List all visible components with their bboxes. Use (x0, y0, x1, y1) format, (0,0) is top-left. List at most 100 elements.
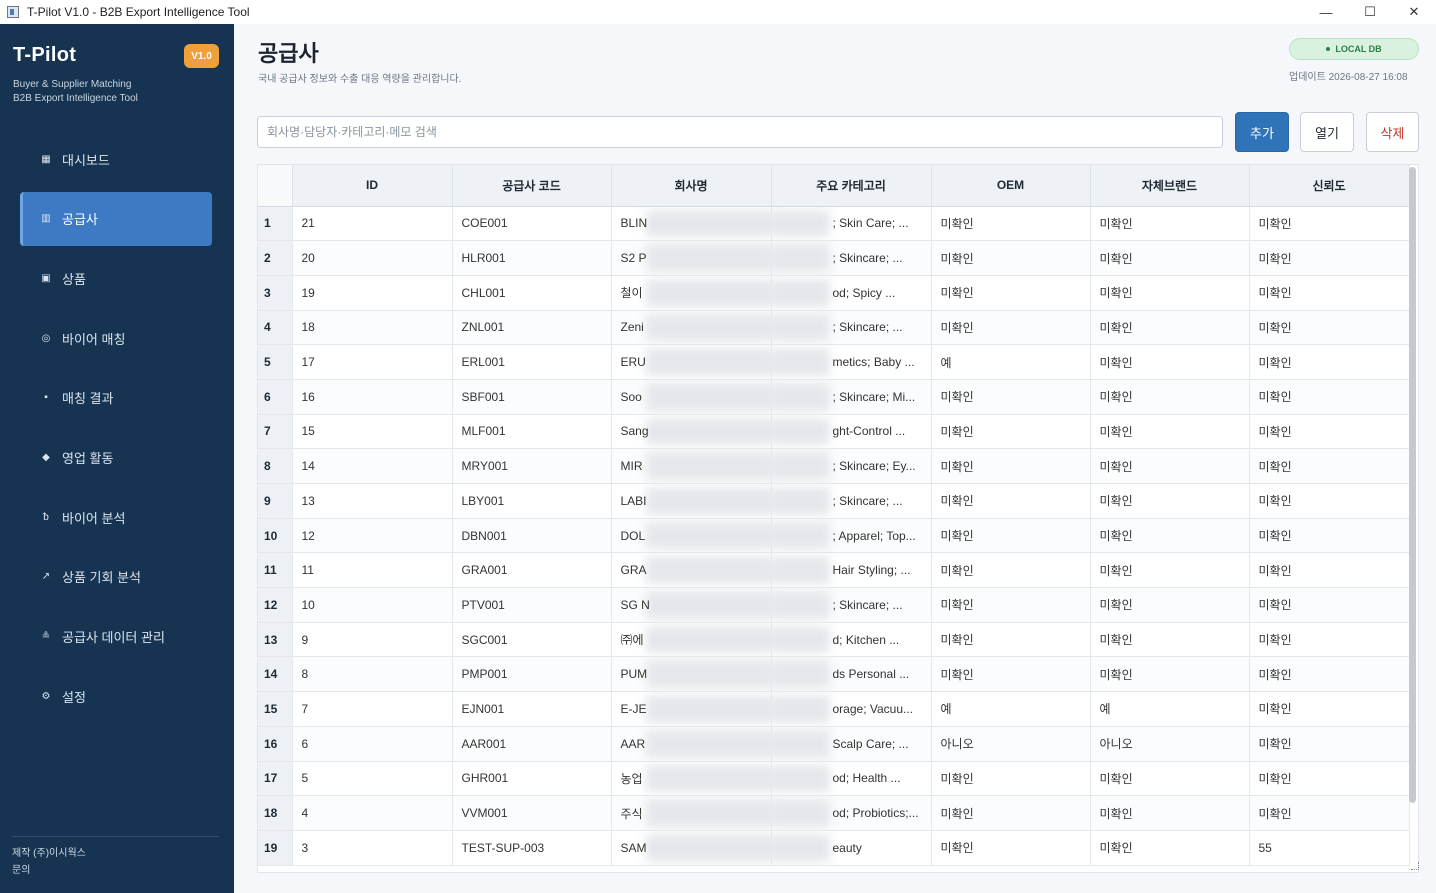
cell-id[interactable]: 17 (292, 344, 453, 380)
scrollbar-thumb[interactable] (1409, 167, 1416, 803)
cell-brand[interactable]: 미확인 (1090, 344, 1250, 380)
cell-category[interactable]: ; Skincare; ... (771, 587, 932, 623)
vertical-scrollbar[interactable] (1408, 165, 1418, 870)
row-number[interactable]: 14 (258, 656, 293, 693)
row-number[interactable]: 8 (258, 448, 293, 484)
cell-id[interactable]: 20 (292, 240, 453, 276)
cell-company[interactable]: SG N (611, 587, 772, 623)
table-row[interactable]: 4 18 ZNL001 Zeni; Skincare; ... 미확인 미확인 미확인 (258, 310, 1410, 346)
cell-company[interactable]: DOL (611, 518, 772, 554)
cell-category[interactable]: Hair Styling; ... (771, 552, 932, 589)
table-row[interactable]: 18 4 VVM001 주식 od; Probiotics;... 미확인 미확인 미확인 (258, 795, 1410, 831)
cell-company[interactable]: ㈜에 (611, 622, 772, 658)
cell-code[interactable]: MLF001 (452, 414, 612, 450)
cell-code[interactable]: AAR001 (452, 726, 612, 762)
cell-trust[interactable]: 미확인 (1249, 656, 1410, 693)
cell-company[interactable]: GRA (611, 552, 772, 589)
cell-oem[interactable]: 미확인 (931, 587, 1091, 623)
cell-brand[interactable]: 미확인 (1090, 587, 1250, 623)
cell-brand[interactable]: 미확인 (1090, 240, 1250, 276)
sidebar-item-0[interactable]: ▦ 대시보드 (20, 132, 212, 186)
row-number[interactable]: 12 (258, 587, 293, 623)
cell-company[interactable]: SAM (611, 830, 772, 866)
cell-trust[interactable]: 미확인 (1249, 622, 1410, 658)
cell-code[interactable]: VVM001 (452, 795, 612, 831)
cell-oem[interactable]: 미확인 (931, 656, 1091, 693)
minimize-button[interactable]: — (1304, 0, 1348, 24)
cell-trust[interactable]: 미확인 (1249, 795, 1410, 831)
sidebar-item-7[interactable]: ↗ 상품 기회 분석 (20, 550, 212, 604)
cell-category[interactable]: od; Spicy ... (771, 275, 932, 311)
add-button[interactable]: 추가 (1235, 112, 1289, 152)
cell-company[interactable]: 농업 (611, 761, 772, 797)
cell-code[interactable]: GHR001 (452, 761, 612, 797)
resize-grip-icon[interactable] (1411, 862, 1419, 870)
cell-id[interactable]: 21 (292, 206, 453, 242)
row-number[interactable]: 15 (258, 691, 293, 727)
cell-brand[interactable]: 미확인 (1090, 552, 1250, 589)
cell-category[interactable]: od; Health ... (771, 761, 932, 797)
cell-oem[interactable]: 미확인 (931, 379, 1091, 415)
cell-code[interactable]: HLR001 (452, 240, 612, 276)
table-row[interactable]: 6 16 SBF001 Soo; Skincare; Mi... 미확인 미확인 미확인 (258, 379, 1410, 415)
maximize-button[interactable]: ☐ (1348, 0, 1392, 24)
cell-trust[interactable]: 미확인 (1249, 379, 1410, 415)
row-number-header[interactable] (258, 165, 293, 207)
cell-id[interactable]: 12 (292, 518, 453, 554)
column-header-oem[interactable]: OEM (931, 165, 1091, 207)
table-row[interactable]: 11 11 GRA001 GRA Hair Styling; ... 미확인 미확인 미확인 (258, 552, 1410, 589)
cell-trust[interactable]: 미확인 (1249, 275, 1410, 311)
cell-category[interactable]: ; Skincare; ... (771, 240, 932, 276)
cell-brand[interactable]: 미확인 (1090, 379, 1250, 415)
cell-oem[interactable]: 미확인 (931, 310, 1091, 346)
column-header-id[interactable]: ID (292, 165, 453, 207)
cell-oem[interactable]: 미확인 (931, 483, 1091, 519)
column-header-category[interactable]: 주요 카테고리 (771, 165, 932, 207)
cell-company[interactable]: Sang (611, 414, 772, 450)
cell-code[interactable]: LBY001 (452, 483, 612, 519)
cell-trust[interactable]: 미확인 (1249, 483, 1410, 519)
cell-brand[interactable]: 미확인 (1090, 830, 1250, 866)
cell-id[interactable]: 18 (292, 310, 453, 346)
table-row[interactable]: 17 5 GHR001 농업 od; Health ... 미확인 미확인 미확인 (258, 761, 1410, 797)
cell-company[interactable]: LABI (611, 483, 772, 519)
column-header-code[interactable]: 공급사 코드 (452, 165, 612, 207)
cell-category[interactable]: ; Skincare; Ey... (771, 448, 932, 484)
cell-trust[interactable]: 미확인 (1249, 552, 1410, 589)
cell-code[interactable]: ZNL001 (452, 310, 612, 346)
cell-company[interactable]: Soo (611, 379, 772, 415)
row-number[interactable]: 13 (258, 622, 293, 658)
cell-category[interactable]: od; Probiotics;... (771, 795, 932, 831)
cell-company[interactable]: E-JE (611, 691, 772, 727)
table-row[interactable]: 16 6 AAR001 AAR Scalp Care; ... 아니오 아니오 미확인 (258, 726, 1410, 762)
cell-trust[interactable]: 미확인 (1249, 448, 1410, 484)
cell-code[interactable]: TEST-SUP-003 (452, 830, 612, 866)
cell-brand[interactable]: 미확인 (1090, 275, 1250, 311)
sidebar-item-9[interactable]: ⚙ 설정 (20, 669, 212, 723)
cell-oem[interactable]: 미확인 (931, 761, 1091, 797)
cell-brand[interactable]: 미확인 (1090, 206, 1250, 242)
cell-code[interactable]: ERL001 (452, 344, 612, 380)
cell-id[interactable]: 16 (292, 379, 453, 415)
table-row[interactable]: 19 3 TEST-SUP-003 SAM eauty 미확인 미확인 55 (258, 830, 1410, 866)
cell-category[interactable]: ; Skin Care; ... (771, 206, 932, 242)
cell-id[interactable]: 4 (292, 795, 453, 831)
cell-category[interactable]: d; Kitchen ... (771, 622, 932, 658)
cell-id[interactable]: 5 (292, 761, 453, 797)
cell-category[interactable]: ght-Control ... (771, 414, 932, 450)
cell-code[interactable]: PMP001 (452, 656, 612, 693)
cell-brand[interactable]: 아니오 (1090, 726, 1250, 762)
cell-oem[interactable]: 예 (931, 344, 1091, 380)
cell-company[interactable]: ERU (611, 344, 772, 380)
table-row[interactable]: 12 10 PTV001 SG N; Skincare; ... 미확인 미확인 미확인 (258, 587, 1410, 623)
cell-id[interactable]: 13 (292, 483, 453, 519)
sidebar-item-1[interactable]: ▥ 공급사 (20, 191, 212, 246)
table-row[interactable]: 9 13 LBY001 LABI; Skincare; ... 미확인 미확인 미확인 (258, 483, 1410, 519)
table-row[interactable]: 5 17 ERL001 ERU metics; Baby ... 예 미확인 미확인 (258, 344, 1410, 380)
table-row[interactable]: 7 15 MLF001 Sang ght-Control ... 미확인 미확인 미확인 (258, 414, 1410, 450)
cell-company[interactable]: S2 P (611, 240, 772, 276)
cell-code[interactable]: SGC001 (452, 622, 612, 658)
cell-trust[interactable]: 미확인 (1249, 414, 1410, 450)
cell-category[interactable]: orage; Vacuu... (771, 691, 932, 727)
cell-code[interactable]: MRY001 (452, 448, 612, 484)
